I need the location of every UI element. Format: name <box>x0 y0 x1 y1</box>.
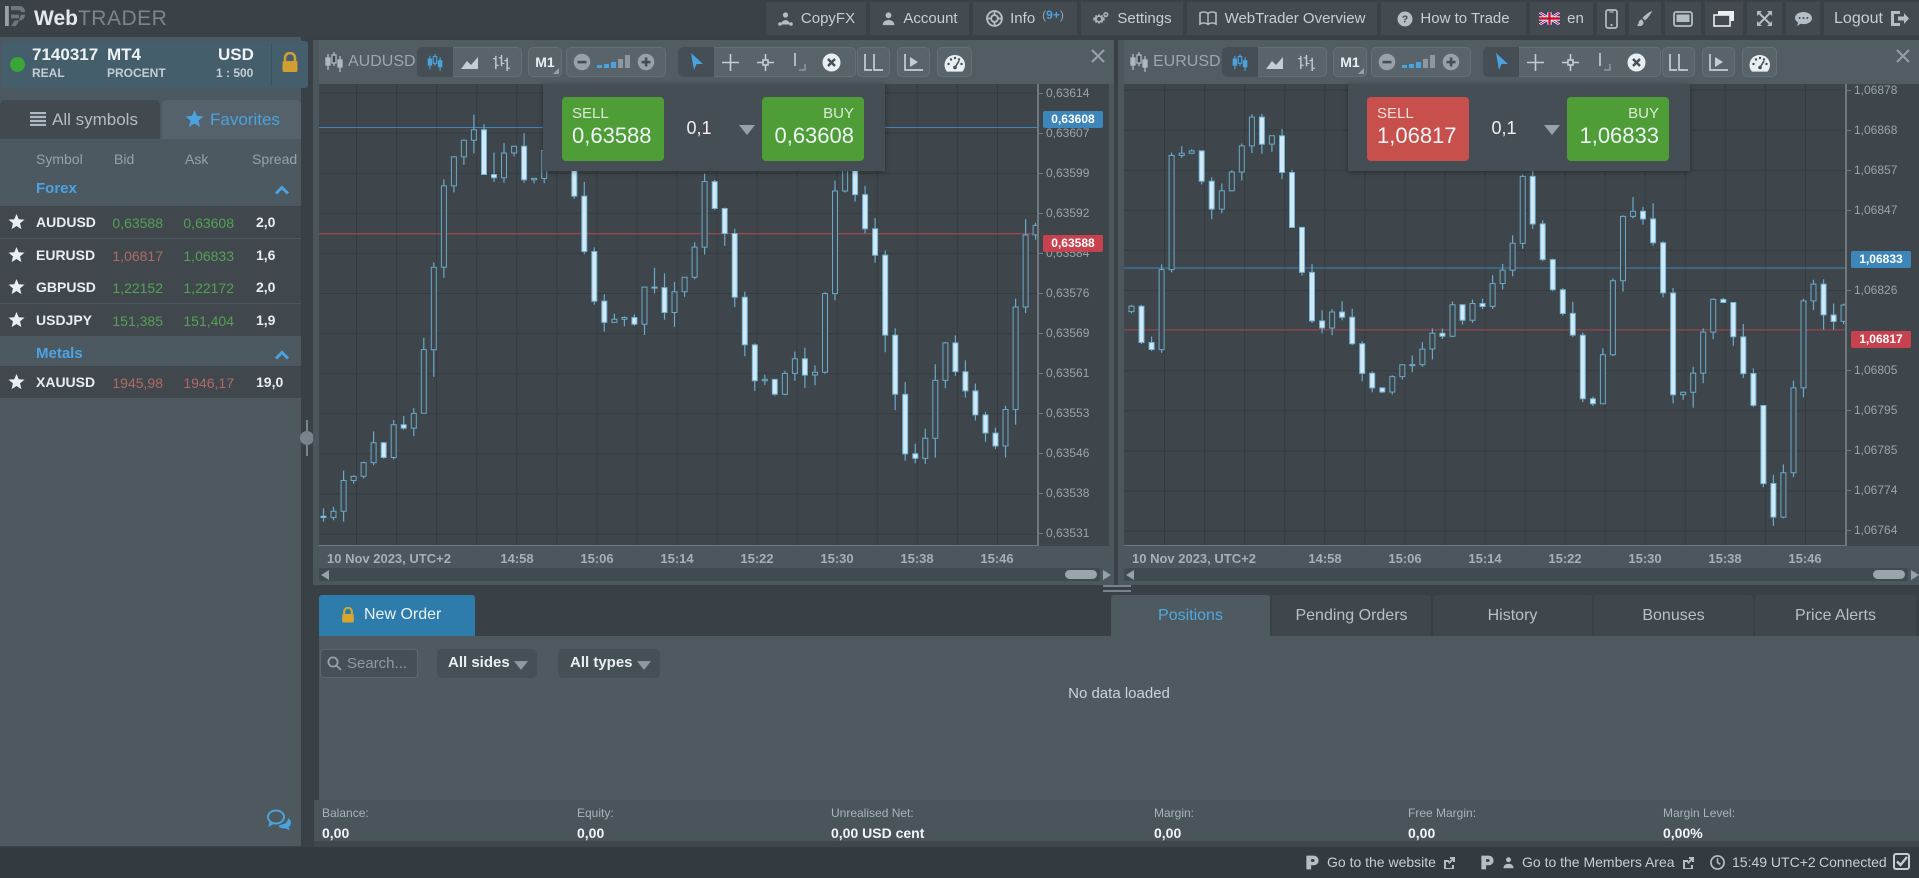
svg-text:?: ? <box>1402 13 1408 25</box>
